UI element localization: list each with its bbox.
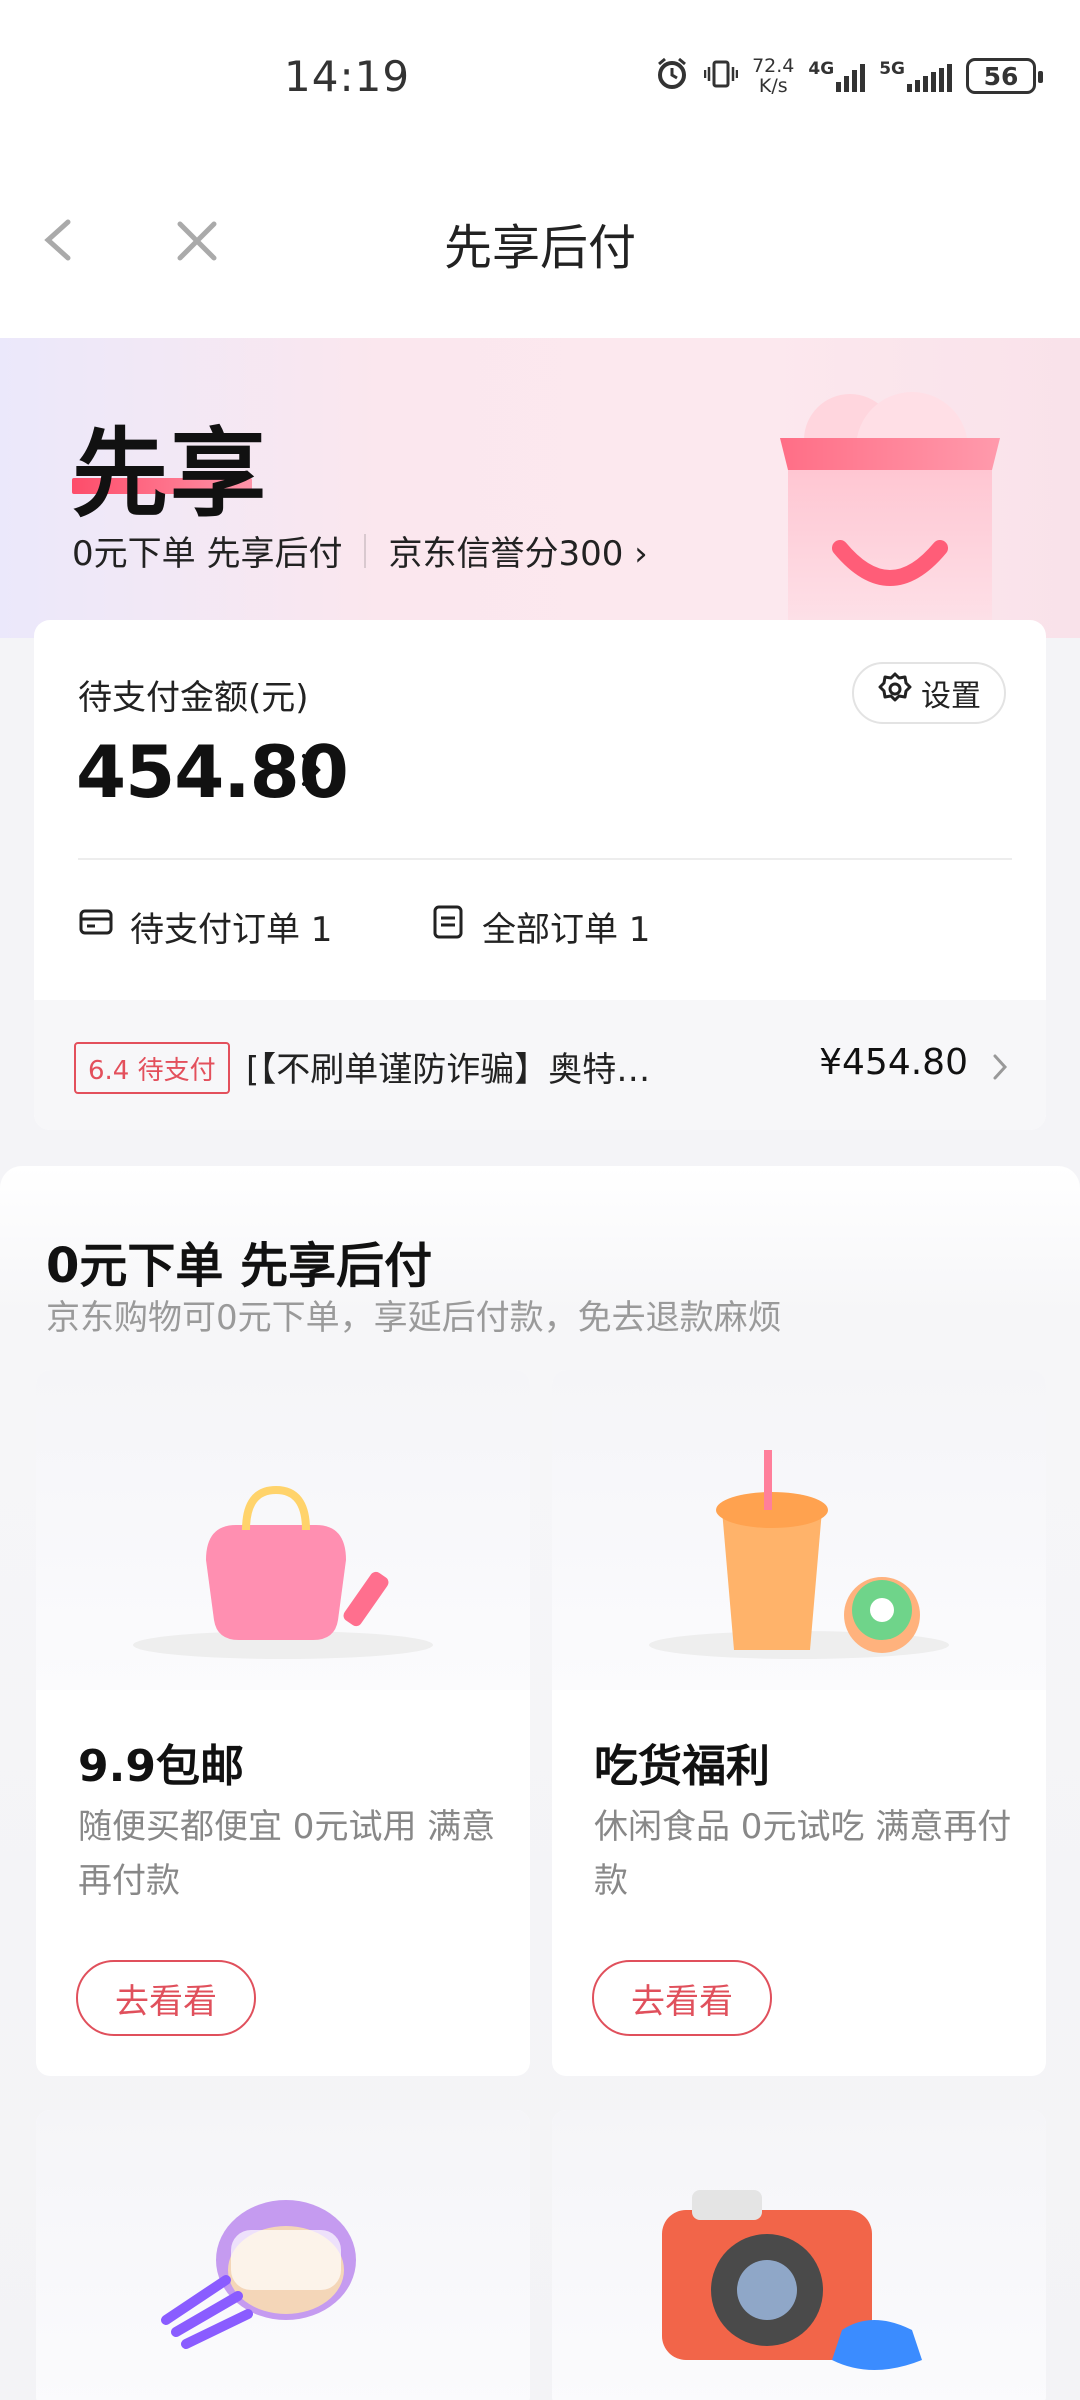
camera-icon (552, 2110, 1046, 2400)
divider (364, 533, 367, 568)
signal-icon (907, 60, 952, 92)
chevron-right-icon[interactable] (296, 748, 326, 796)
vibrate-icon (703, 57, 739, 95)
signal-5g: 5G (879, 60, 952, 92)
nav-bar: 先享后付 (0, 150, 1080, 338)
amount-label: 待支付金额(元) (78, 678, 309, 718)
divider (78, 858, 1012, 860)
pending-item-name: [【不刷单谨防诈骗】奥特… (246, 1050, 651, 1090)
credit-score-link[interactable]: 京东信誉分300 › (388, 526, 647, 575)
signal-icon (836, 60, 866, 92)
promo-subtitle: 京东购物可0元下单，享延后付款，免去退款麻烦 (46, 1298, 782, 1338)
signal-4g: 4G (808, 60, 866, 92)
hero-banner: 先享 0元下单 先享后付 京东信誉分300 › (0, 338, 1080, 638)
order-list-icon (430, 904, 466, 949)
hero-title: 先享 (72, 418, 268, 530)
cosmetics-icon (36, 2110, 530, 2400)
page-title: 先享后付 (443, 220, 636, 276)
promo-card-cosmetics[interactable] (36, 2110, 530, 2400)
alarm-icon (654, 56, 690, 96)
gear-icon (877, 671, 913, 715)
chevron-right-icon (990, 1050, 1010, 1088)
promo-section: 0元下单 先享后付 京东购物可0元下单，享延后付款，免去退款麻烦 9.9包邮 随… (0, 1166, 1080, 2400)
hero-subtitle: 0元下单 先享后付 京东信誉分300 › (72, 526, 648, 575)
status-time: 14:19 (284, 52, 411, 101)
settings-button[interactable]: 设置 (852, 662, 1006, 724)
go-see-button[interactable]: 去看看 (592, 1960, 772, 2036)
pending-orders-link[interactable]: 待支付订单 1 (78, 902, 332, 951)
pending-orders-label: 待支付订单 1 (130, 910, 333, 950)
go-see-button[interactable]: 去看看 (76, 1960, 256, 2036)
pending-order-row[interactable]: 6.4 待支付 [【不刷单谨防诈骗】奥特… ¥454.80 (34, 1000, 1046, 1130)
shopping-bag-icon (36, 1370, 530, 1690)
promo-card-snacks[interactable]: 吃货福利 休闲食品 0元试吃 满意再付款 去看看 (552, 1370, 1046, 2076)
pending-tag: 6.4 待支付 (74, 1042, 230, 1094)
promo-card-desc: 休闲食品 0元试吃 满意再付款 (594, 1807, 1012, 1901)
pending-payment-card: 待支付金额(元) 454.80 设置 待支付订单 1 全部订单 1 6.4 待支… (34, 620, 1046, 1130)
promo-card-free-shipping[interactable]: 9.9包邮 随便买都便宜 0元试用 满意再付款 去看看 (36, 1370, 530, 2076)
card-icon (78, 904, 114, 949)
settings-label: 设置 (921, 679, 981, 714)
hero-tagline: 0元下单 先享后付 (72, 534, 343, 574)
battery-icon: 56 (966, 58, 1043, 94)
net-speed: 72.4 K/s (752, 55, 795, 97)
coffee-donut-icon (552, 1370, 1046, 1690)
promo-card-title: 9.9包邮 (78, 1741, 244, 1792)
all-orders-link[interactable]: 全部订单 1 (430, 902, 650, 951)
status-icons: 72.4 K/s 4G 5G 56 (654, 55, 1043, 97)
status-bar: 14:19 72.4 K/s 4G 5G 56 (0, 0, 1080, 150)
promo-title: 0元下单 先享后付 (46, 1238, 433, 1294)
gift-bag-icon (770, 378, 1010, 638)
promo-card-title: 吃货福利 (594, 1741, 770, 1792)
promo-card-desc: 随便买都便宜 0元试用 满意再付款 (78, 1807, 496, 1901)
promo-card-digital[interactable] (552, 2110, 1046, 2400)
pending-item-price: ¥454.80 (819, 1042, 968, 1083)
all-orders-label: 全部订单 1 (482, 910, 651, 950)
